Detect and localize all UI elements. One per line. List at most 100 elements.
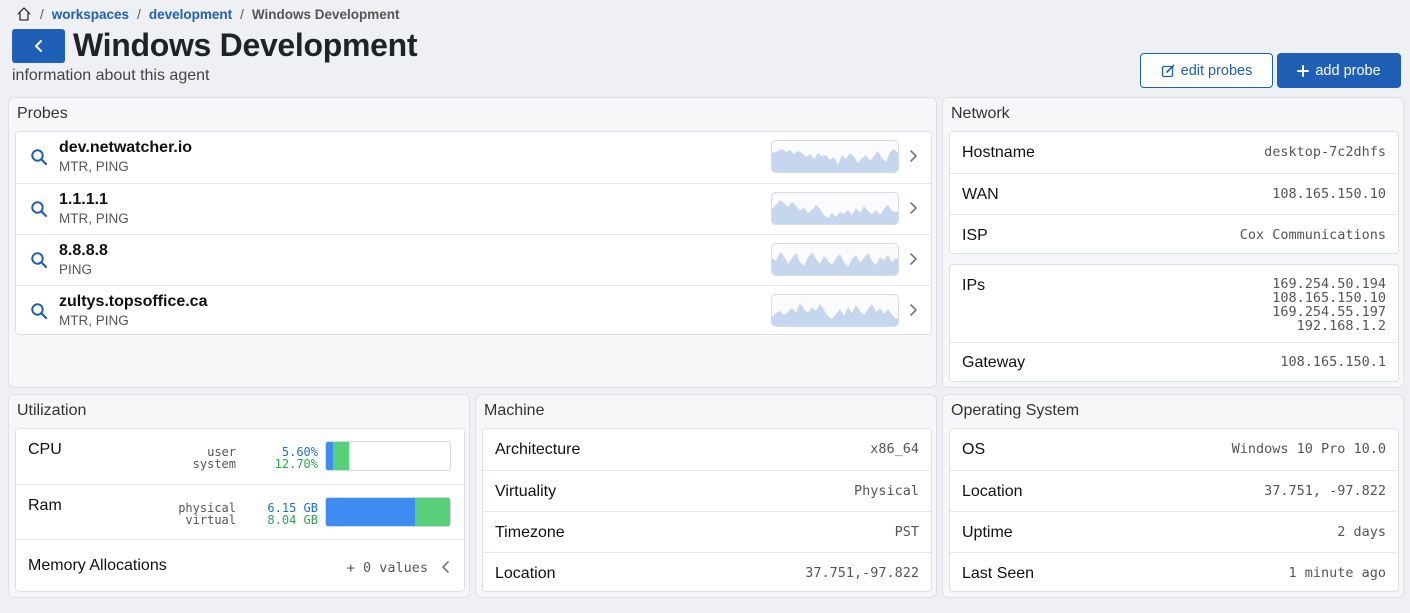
wan-value: 108.165.150.10 <box>1272 186 1386 202</box>
probe-row[interactable]: dev.netwatcher.io MTR, PING <box>16 132 931 183</box>
probe-row[interactable]: 8.8.8.8 PING <box>16 234 931 285</box>
back-button[interactable] <box>12 29 65 63</box>
utilization-box: CPU user system 5.60% 12.70% Ram physica… <box>15 428 465 592</box>
gateway-row: Gateway 108.165.150.1 <box>950 342 1398 383</box>
home-icon[interactable] <box>16 6 32 22</box>
search-icon <box>31 303 48 320</box>
edit-probes-button[interactable]: edit probes <box>1140 53 1273 88</box>
isp-label: ISP <box>962 227 988 244</box>
os-box: OS Windows 10 Pro 10.0 Location 37.751, … <box>949 428 1399 592</box>
ram-virtual-label: virtual <box>185 513 236 527</box>
machine-location-value: 37.751,-97.822 <box>805 565 919 581</box>
machine-location-row: Location 37.751,-97.822 <box>483 552 931 593</box>
breadcrumb-current: Windows Development <box>251 6 400 22</box>
network-box-bottom: IPs 169.254.50.194 108.165.150.10 169.25… <box>949 264 1399 382</box>
ip-item: 192.168.1.2 <box>1296 318 1386 334</box>
os-location-row: Location 37.751, -97.822 <box>950 470 1398 511</box>
network-panel: Network Hostname desktop-7c2dhfs WAN 108… <box>942 97 1404 388</box>
edit-icon <box>1161 64 1174 77</box>
network-box-top: Hostname desktop-7c2dhfs WAN 108.165.150… <box>949 131 1399 254</box>
memory-allocations-row[interactable]: Memory Allocations + 0 values <box>16 539 464 593</box>
chevron-right-icon[interactable] <box>906 200 920 216</box>
probe-name: 1.1.1.1 <box>59 191 108 208</box>
ram-row: Ram physical virtual 6.15 GB 8.04 GB <box>16 484 464 539</box>
network-title: Network <box>951 105 1010 122</box>
timezone-label: Timezone <box>495 524 565 541</box>
probe-types: MTR, PING <box>59 313 129 328</box>
ram-legend-names: physical virtual <box>146 502 236 526</box>
hostname-row: Hostname desktop-7c2dhfs <box>950 132 1398 173</box>
wan-row: WAN 108.165.150.10 <box>950 173 1398 214</box>
probe-name: 8.8.8.8 <box>59 242 108 259</box>
probe-row[interactable]: 1.1.1.1 MTR, PING <box>16 183 931 234</box>
machine-box: Architecture x86_64 Virtuality Physical … <box>482 428 932 592</box>
ips-value: 169.254.50.194 108.165.150.10 169.254.55… <box>1272 277 1386 333</box>
memory-allocations-label: Memory Allocations <box>28 557 167 574</box>
chevron-right-icon[interactable] <box>906 251 920 267</box>
breadcrumb: / workspaces / development / Windows Dev… <box>16 5 400 23</box>
cpu-legend-names: user system <box>146 446 236 470</box>
os-title: Operating System <box>951 402 1080 419</box>
cpu-label: CPU <box>28 441 62 458</box>
virtuality-row: Virtuality Physical <box>483 470 931 511</box>
probe-types: MTR, PING <box>59 211 129 226</box>
os-location-value: 37.751, -97.822 <box>1264 483 1386 499</box>
isp-row: ISP Cox Communications <box>950 214 1398 255</box>
page-title: Windows Development <box>73 27 418 63</box>
search-icon <box>31 252 48 269</box>
chevron-right-icon[interactable] <box>906 148 920 164</box>
ram-legend-values: 6.15 GB 8.04 GB <box>246 502 318 526</box>
os-value: Windows 10 Pro 10.0 <box>1231 441 1386 457</box>
cpu-row: CPU user system 5.60% 12.70% <box>16 429 464 484</box>
ips-row: IPs 169.254.50.194 108.165.150.10 169.25… <box>950 265 1398 342</box>
architecture-value: x86_64 <box>870 441 919 457</box>
breadcrumb-development[interactable]: development <box>149 7 232 22</box>
probe-sparkline <box>771 294 899 327</box>
gateway-label: Gateway <box>962 354 1026 371</box>
utilization-panel: Utilization CPU user system 5.60% 12.70%… <box>8 394 470 598</box>
chevron-right-icon[interactable] <box>906 302 920 318</box>
cpu-usage-bar <box>325 441 451 471</box>
machine-panel: Machine Architecture x86_64 Virtuality P… <box>475 394 937 598</box>
last-seen-row: Last Seen 1 minute ago <box>950 552 1398 593</box>
isp-value: Cox Communications <box>1239 227 1386 243</box>
machine-location-label: Location <box>495 565 556 582</box>
virtuality-value: Physical <box>853 483 919 499</box>
page-subtitle: information about this agent <box>12 67 210 84</box>
probes-panel: Probes dev.netwatcher.io MTR, PING 1.1.1… <box>8 97 937 388</box>
breadcrumb-separator: / <box>240 6 244 22</box>
probe-sparkline <box>771 192 899 225</box>
ips-label: IPs <box>962 277 986 294</box>
cpu-user-segment <box>326 442 333 470</box>
wan-label: WAN <box>962 186 999 203</box>
add-probe-button[interactable]: add probe <box>1277 53 1401 88</box>
probes-title: Probes <box>17 105 68 122</box>
uptime-value: 2 days <box>1337 524 1386 540</box>
ram-physical-segment <box>326 498 415 526</box>
cpu-system-segment <box>332 442 349 470</box>
architecture-row: Architecture x86_64 <box>483 429 931 470</box>
os-location-label: Location <box>962 483 1023 500</box>
plus-icon <box>1297 64 1310 77</box>
edit-probes-label: edit probes <box>1180 62 1253 79</box>
search-icon <box>31 149 48 166</box>
probe-types: MTR, PING <box>59 159 129 174</box>
cpu-system-value: 12.70% <box>274 457 318 471</box>
last-seen-label: Last Seen <box>962 565 1035 582</box>
chevron-left-icon <box>34 40 42 52</box>
chevron-left-icon[interactable] <box>440 559 452 575</box>
probe-name: zultys.topsoffice.ca <box>59 293 208 310</box>
probe-types: PING <box>59 262 93 277</box>
ram-virtual-segment <box>414 498 450 526</box>
os-panel: Operating System OS Windows 10 Pro 10.0 … <box>942 394 1404 598</box>
probe-row[interactable]: zultys.topsoffice.ca MTR, PING <box>16 285 931 336</box>
breadcrumb-workspaces[interactable]: workspaces <box>52 7 129 22</box>
add-probe-label: add probe <box>1315 62 1381 79</box>
uptime-label: Uptime <box>962 524 1013 541</box>
ram-usage-bar <box>325 497 451 527</box>
ip-item: 169.254.55.197 <box>1272 304 1386 320</box>
timezone-value: PST <box>894 524 919 540</box>
probe-name: dev.netwatcher.io <box>59 139 193 156</box>
last-seen-value: 1 minute ago <box>1288 565 1386 581</box>
virtuality-label: Virtuality <box>495 483 557 500</box>
